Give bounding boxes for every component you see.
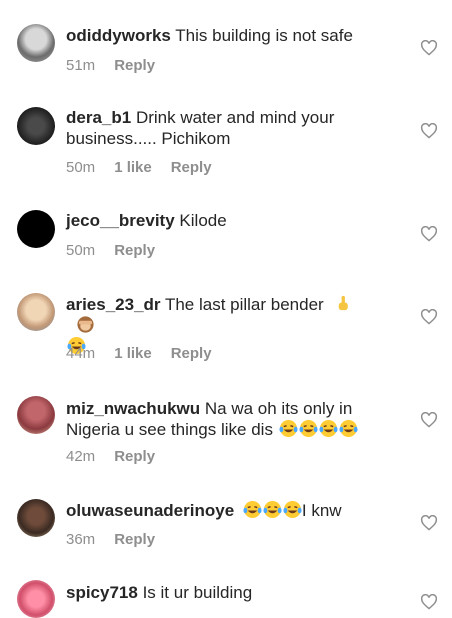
laughing-crying-emoji-icon [263, 500, 282, 519]
comment-meta: 51m Reply [66, 57, 174, 74]
see-no-evil-monkey-emoji-icon [77, 316, 94, 333]
laughing-crying-emoji-icon [243, 500, 262, 519]
comment-time: 44m [66, 345, 96, 362]
comment-text-block: miz_nwachukwu Na wa oh its only in Niger… [66, 398, 386, 440]
comment-text: The last pillar bender [164, 295, 324, 314]
avatar[interactable] [17, 293, 55, 331]
comment-username[interactable]: oluwaseunaderinoye [66, 501, 234, 520]
comment-text-block: dera_b1 Drink water and mind your busine… [66, 107, 386, 149]
like-heart-icon[interactable] [420, 412, 438, 428]
laughing-crying-emoji-icon [339, 419, 358, 438]
comment-meta: 36m Reply [66, 531, 174, 548]
like-heart-icon[interactable] [420, 40, 438, 56]
avatar[interactable] [17, 210, 55, 248]
comment-text: Is it ur building [142, 583, 253, 602]
like-heart-icon[interactable] [420, 226, 438, 242]
reply-button[interactable]: Reply [114, 531, 155, 548]
comment-text: I knw [301, 501, 342, 520]
comment-text: This building is not safe [175, 26, 353, 45]
reply-button[interactable]: Reply [171, 345, 212, 362]
avatar[interactable] [17, 499, 55, 537]
likes-count[interactable]: 1 like [114, 159, 152, 176]
laughing-crying-emoji-icon [279, 419, 298, 438]
comment-meta: 50m 1 like Reply [66, 159, 231, 176]
avatar[interactable] [17, 396, 55, 434]
comment-text-block: oluwaseunaderinoye I knw [66, 500, 386, 521]
comment-username[interactable]: spicy718 [66, 583, 138, 602]
comment-time: 36m [66, 531, 96, 548]
laughing-crying-emoji-icon [283, 500, 302, 519]
comment-username[interactable]: miz_nwachukwu [66, 399, 200, 418]
like-heart-icon[interactable] [420, 309, 438, 325]
reply-button[interactable]: Reply [114, 57, 155, 74]
comment-username[interactable]: jeco__brevity [66, 211, 175, 230]
comment-meta: 42m Reply [66, 448, 174, 465]
comment-time: 42m [66, 448, 96, 465]
comment-meta: 50m Reply [66, 242, 174, 259]
laughing-crying-emoji-icon [319, 419, 338, 438]
like-heart-icon[interactable] [420, 594, 438, 610]
comment-time: 50m [66, 159, 96, 176]
comment-meta: 44m 1 like Reply [66, 345, 231, 362]
reply-button[interactable]: Reply [114, 448, 155, 465]
comment-text: Kilode [179, 211, 227, 230]
comment-username[interactable]: odiddyworks [66, 26, 171, 45]
likes-count[interactable]: 1 like [114, 345, 152, 362]
index-up-emoji-icon [339, 295, 349, 311]
avatar[interactable] [17, 580, 55, 618]
comment-username[interactable]: dera_b1 [66, 108, 131, 127]
avatar[interactable] [17, 24, 55, 62]
reply-button[interactable]: Reply [171, 159, 212, 176]
laughing-crying-emoji-icon [299, 419, 318, 438]
comment-time: 50m [66, 242, 96, 259]
comment-text-block: jeco__brevity Kilode [66, 210, 386, 231]
comment-time: 51m [66, 57, 96, 74]
comment-text-block: odiddyworks This building is not safe [66, 25, 386, 46]
like-heart-icon[interactable] [420, 123, 438, 139]
avatar[interactable] [17, 107, 55, 145]
reply-button[interactable]: Reply [114, 242, 155, 259]
comment-username[interactable]: aries_23_dr [66, 295, 161, 314]
like-heart-icon[interactable] [420, 515, 438, 531]
